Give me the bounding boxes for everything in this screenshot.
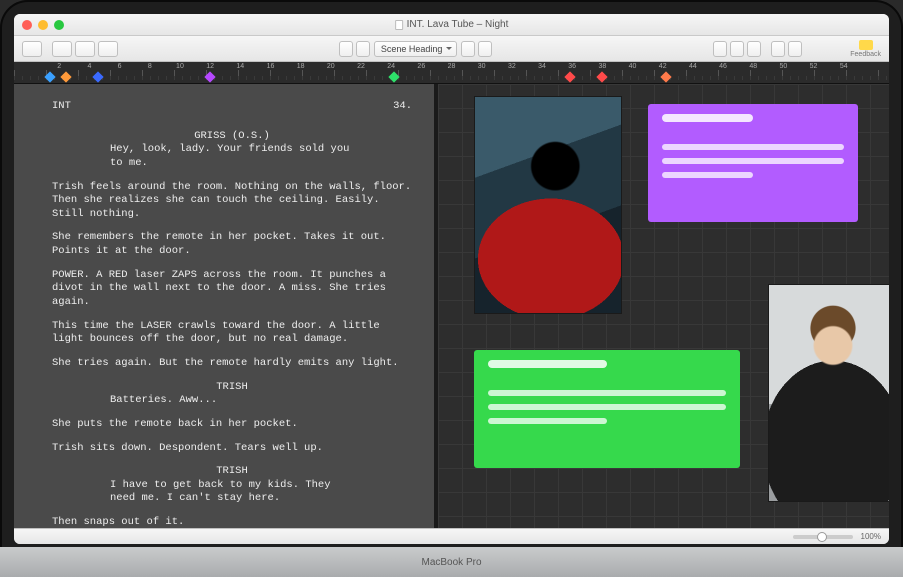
script-dialogue[interactable]: Batteries. Aww... bbox=[110, 394, 354, 408]
script-character[interactable]: GRISS (O.S.) bbox=[52, 130, 412, 144]
note-line-placeholder bbox=[662, 144, 844, 150]
script-character[interactable]: TRISH bbox=[52, 381, 412, 395]
script-character[interactable]: TRISH bbox=[52, 465, 412, 479]
zoom-level: 100% bbox=[861, 532, 881, 541]
minimize-window-button[interactable] bbox=[38, 20, 48, 30]
timeline-tick-label: 10 bbox=[165, 63, 195, 70]
window-title: INT. Lava Tube – Night bbox=[395, 19, 509, 30]
timeline-tick-label: 20 bbox=[316, 63, 346, 70]
feedback-button[interactable]: Feedback bbox=[850, 40, 881, 58]
traffic-lights bbox=[22, 20, 64, 30]
board-image-img-man[interactable] bbox=[768, 284, 889, 502]
timeline-tick-label: 46 bbox=[708, 63, 738, 70]
timeline-tick-label: 14 bbox=[225, 63, 255, 70]
laptop-base: MacBook Pro bbox=[0, 547, 903, 577]
timeline-ruler[interactable]: 2468101214161820222426283032343638404244… bbox=[14, 62, 889, 84]
window-title-text: INT. Lava Tube – Night bbox=[407, 19, 509, 30]
toolbar-button-r3[interactable] bbox=[747, 41, 761, 57]
note-line-placeholder bbox=[488, 404, 726, 410]
timeline-tick-label: 16 bbox=[255, 63, 285, 70]
timeline-tick-label: 52 bbox=[798, 63, 828, 70]
timeline-tick-label: 22 bbox=[346, 63, 376, 70]
page-number: 34. bbox=[393, 100, 412, 114]
zoom-slider[interactable] bbox=[793, 535, 853, 539]
close-window-button[interactable] bbox=[22, 20, 32, 30]
board-note-card[interactable] bbox=[474, 350, 740, 468]
timeline-tick-label bbox=[859, 63, 889, 70]
timeline-tick-label: 36 bbox=[557, 63, 587, 70]
board-image-img-deadpool[interactable] bbox=[474, 96, 622, 314]
note-title-placeholder bbox=[488, 360, 607, 368]
nav-next-button[interactable] bbox=[356, 41, 370, 57]
timeline-tick-label: 28 bbox=[436, 63, 466, 70]
feedback-icon bbox=[859, 40, 873, 50]
script-action[interactable]: She puts the remote back in her pocket. bbox=[52, 418, 412, 432]
toolbar-button-1[interactable] bbox=[22, 41, 42, 57]
note-line-placeholder bbox=[662, 158, 844, 164]
window-titlebar: INT. Lava Tube – Night bbox=[14, 14, 889, 36]
note-title-placeholder bbox=[662, 114, 753, 122]
script-editor[interactable]: INT 34. GRISS (O.S.)Hey, look, lady. You… bbox=[14, 84, 434, 528]
image-placeholder bbox=[769, 285, 889, 501]
timeline-tick-label: 54 bbox=[829, 63, 859, 70]
toolbar-button-r1[interactable] bbox=[713, 41, 727, 57]
timeline-tick-label: 38 bbox=[587, 63, 617, 70]
script-action[interactable]: POWER. A RED laser ZAPS across the room.… bbox=[52, 269, 412, 310]
laptop-frame: INT. Lava Tube – Night Scene Heading bbox=[0, 0, 903, 577]
note-line-placeholder bbox=[662, 172, 753, 178]
script-dialogue[interactable]: Hey, look, lady. Your friends sold you t… bbox=[110, 143, 354, 170]
toolbar-button-r2[interactable] bbox=[730, 41, 744, 57]
element-prev-button[interactable] bbox=[461, 41, 475, 57]
image-placeholder bbox=[475, 97, 621, 313]
toolbar-button-r5[interactable] bbox=[788, 41, 802, 57]
timeline-tick-label: 8 bbox=[135, 63, 165, 70]
element-next-button[interactable] bbox=[478, 41, 492, 57]
timeline-tick-label: 34 bbox=[527, 63, 557, 70]
timeline-tick-label: 32 bbox=[497, 63, 527, 70]
script-action[interactable]: Then snaps out of it. bbox=[52, 516, 412, 528]
toolbar-button-board[interactable] bbox=[98, 41, 118, 57]
timeline-tick-label: 42 bbox=[648, 63, 678, 70]
script-action[interactable]: This time the LASER crawls toward the do… bbox=[52, 320, 412, 347]
timeline-tick-label: 6 bbox=[105, 63, 135, 70]
script-action[interactable]: She tries again. But the remote hardly e… bbox=[52, 357, 412, 371]
timeline-tick-label: 40 bbox=[617, 63, 647, 70]
toolbar-button-script[interactable] bbox=[75, 41, 95, 57]
timeline-tick-label: 26 bbox=[406, 63, 436, 70]
note-line-placeholder bbox=[488, 390, 726, 396]
timeline-tick-label: 44 bbox=[678, 63, 708, 70]
document-icon bbox=[395, 20, 403, 30]
corkboard-pane[interactable] bbox=[438, 84, 889, 528]
app-window: INT. Lava Tube – Night Scene Heading bbox=[14, 14, 889, 544]
timeline-tick-label: 18 bbox=[286, 63, 316, 70]
toolbar-button-r4[interactable] bbox=[771, 41, 785, 57]
timeline-tick-label: 2 bbox=[44, 63, 74, 70]
timeline-tick-label: 4 bbox=[74, 63, 104, 70]
scene-heading: INT bbox=[52, 100, 71, 114]
script-action[interactable]: Trish sits down. Despondent. Tears well … bbox=[52, 442, 412, 456]
toolbar: Scene Heading Feedback bbox=[14, 36, 889, 62]
element-type-select[interactable]: Scene Heading bbox=[374, 41, 458, 57]
fullscreen-window-button[interactable] bbox=[54, 20, 64, 30]
timeline-tick-label bbox=[14, 63, 44, 70]
timeline-tick-label: 48 bbox=[738, 63, 768, 70]
script-action[interactable]: She remembers the remote in her pocket. … bbox=[52, 231, 412, 258]
script-action[interactable]: Trish feels around the room. Nothing on … bbox=[52, 181, 412, 222]
timeline-tick-label: 24 bbox=[376, 63, 406, 70]
status-bar: 100% bbox=[14, 528, 889, 544]
toolbar-button-outline[interactable] bbox=[52, 41, 72, 57]
script-dialogue[interactable]: I have to get back to my kids. They need… bbox=[110, 479, 354, 506]
nav-prev-button[interactable] bbox=[339, 41, 353, 57]
feedback-label: Feedback bbox=[850, 51, 881, 58]
main-split: INT 34. GRISS (O.S.)Hey, look, lady. You… bbox=[14, 84, 889, 528]
timeline-tick-label: 30 bbox=[467, 63, 497, 70]
laptop-label: MacBook Pro bbox=[421, 557, 481, 568]
timeline-tick-label: 50 bbox=[768, 63, 798, 70]
element-type-label: Scene Heading bbox=[381, 44, 443, 54]
board-note-card[interactable] bbox=[648, 104, 858, 222]
note-line-placeholder bbox=[488, 418, 607, 424]
timeline-tick-label: 12 bbox=[195, 63, 225, 70]
